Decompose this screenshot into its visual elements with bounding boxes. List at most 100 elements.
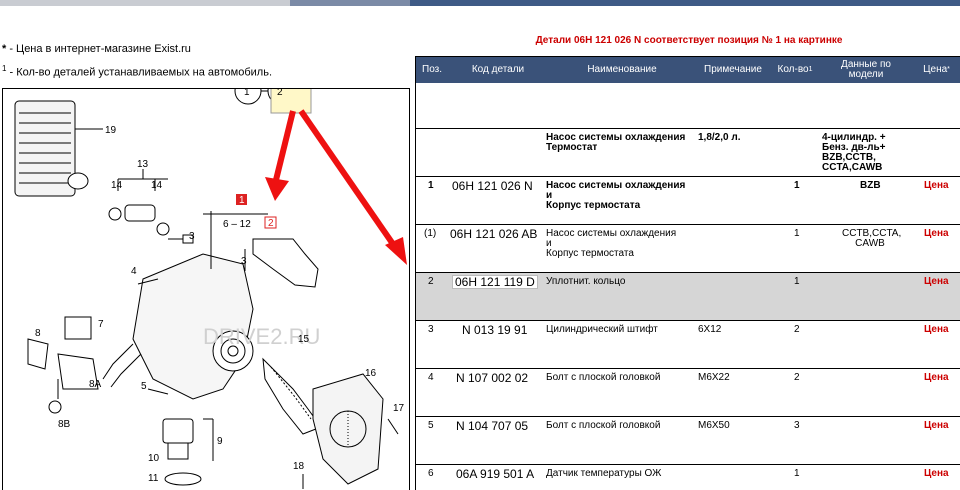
row-pos: 1 — [428, 180, 434, 191]
row-model: BZB — [860, 180, 881, 191]
row-name: Уплотнит. кольцо — [546, 276, 626, 287]
table-row[interactable]: (1) 06H 121 026 AB Насос системы охлажде… — [416, 225, 960, 273]
callout-label: 3 — [189, 231, 195, 242]
col-name[interactable]: Наименование — [548, 57, 696, 83]
callout-label: 16 — [365, 368, 377, 379]
row-qty: 1 — [794, 180, 800, 191]
callout-label: 18 — [293, 461, 305, 472]
parts-diagram: DRIVE2.RU 1 2 1 2 3 4 5 6 – 12 7 8 8A 8B… — [2, 88, 410, 490]
row-code[interactable]: N 104 707 05 — [456, 420, 528, 432]
row-code[interactable]: N 107 002 02 — [456, 372, 528, 384]
row-pos: (1) — [424, 228, 437, 239]
callout-label: 9 — [217, 436, 223, 447]
price-link[interactable]: Цена — [924, 229, 949, 239]
row-name: Датчик температуры ОЖ — [546, 468, 662, 479]
callout-label: 6 – 12 — [223, 219, 251, 230]
col-qty[interactable]: Кол-во 1 — [770, 57, 820, 83]
price-link[interactable]: Цена — [924, 325, 949, 335]
table-header: Поз. Код детали Наименование Примечание … — [416, 57, 960, 83]
row-qty: 1 — [794, 276, 800, 287]
callout-label: 11 — [148, 473, 159, 484]
table-row[interactable]: 4 N 107 002 02 Болт с плоской головкой M… — [416, 369, 960, 417]
row-name: Насос системы охлаждения и Корпус термос… — [546, 228, 677, 259]
col-price[interactable]: Цена * — [912, 57, 960, 83]
belt-part — [262, 357, 322, 435]
price-link[interactable]: Цена — [924, 421, 949, 431]
col-pos[interactable]: Поз. — [416, 57, 448, 83]
row-note: M6X50 — [698, 420, 730, 431]
table-row[interactable]: 1 06H 121 026 N Насос системы охлаждения… — [416, 177, 960, 225]
top-bar — [0, 0, 960, 6]
callout-label: 15 — [298, 334, 310, 345]
callout-label: 5 — [141, 381, 147, 392]
red-arrows — [265, 109, 407, 265]
callout-label: 8 — [35, 328, 41, 339]
row-pos: 4 — [428, 372, 434, 383]
row-qty: 2 — [794, 372, 800, 383]
table-row[interactable]: 6 06A 919 501 A Датчик температуры ОЖ 1 … — [416, 465, 960, 490]
top-bar-band — [410, 0, 960, 6]
position-header: Детали 06H 121 026 N соответствует позиц… — [535, 35, 843, 46]
row-name: Насос системы охлаждения и Корпус термос… — [546, 180, 686, 211]
group-note: 1,8/2,0 л. — [698, 132, 741, 143]
top-bar-accent — [290, 0, 410, 6]
row-code[interactable]: 06H 121 026 AB — [450, 228, 537, 240]
callout-label: 10 — [148, 453, 160, 464]
cover-part — [312, 373, 384, 485]
row-note: 6X12 — [698, 324, 722, 335]
row-code[interactable]: N 013 19 91 — [462, 324, 527, 336]
callout-label: 14 — [111, 180, 123, 191]
callout-label: 1 — [244, 89, 250, 98]
thermostat-part — [162, 418, 214, 486]
row-pos: 6 — [428, 468, 434, 479]
price-note: * - Цена в интернет-магазине Exist.ru — [2, 43, 191, 55]
row-code[interactable]: 06H 121 119 D — [452, 275, 538, 289]
row-qty: 1 — [794, 228, 800, 239]
row-name: Болт с плоской головкой — [546, 420, 661, 431]
clip-parts — [108, 169, 170, 236]
callout-label: 7 — [98, 319, 104, 330]
row-model: CCTB,CCTA, CAWB — [842, 228, 902, 249]
callout-label: 8B — [58, 419, 71, 430]
callout-label: 2 — [277, 89, 283, 98]
price-link[interactable]: Цена — [924, 181, 949, 191]
col-model[interactable]: Данные по модели — [820, 57, 912, 83]
qty-note: 1 - Кол-во деталей устанавливаемых на ав… — [2, 64, 272, 79]
callout-label: 8A — [89, 379, 102, 390]
callout-label: 3 — [241, 256, 247, 267]
row-qty: 1 — [794, 468, 800, 479]
row-pos: 3 — [428, 324, 434, 335]
parts-diagram-svg: DRIVE2.RU 1 2 1 2 3 4 5 6 – 12 7 8 8A 8B… — [14, 89, 407, 489]
row-name: Цилиндрический штифт — [546, 324, 658, 335]
callout-label: 2 — [268, 218, 274, 229]
callout-label: 17 — [393, 403, 405, 414]
table-row[interactable]: 5 N 104 707 05 Болт с плоской головкой M… — [416, 417, 960, 465]
price-link[interactable]: Цена — [924, 469, 949, 479]
group-name: Насос системы охлаждения Термостат — [546, 132, 686, 153]
row-code[interactable]: 06A 919 501 A — [456, 468, 534, 480]
row-note: M6X22 — [698, 372, 730, 383]
col-code[interactable]: Код детали — [448, 57, 548, 83]
col-note[interactable]: Примечание — [696, 57, 770, 83]
row-code[interactable]: 06H 121 026 N — [452, 180, 533, 192]
row-pos: 2 — [428, 276, 434, 287]
callout-label: 1 — [239, 195, 245, 206]
table-row[interactable]: 3 N 013 19 91 Цилиндрический штифт 6X12 … — [416, 321, 960, 369]
row-qty: 2 — [794, 324, 800, 335]
parts-table: Поз. Код детали Наименование Примечание … — [415, 56, 960, 490]
callout-label: 13 — [137, 159, 149, 170]
group-row: Насос системы охлаждения Термостат 1,8/2… — [416, 129, 960, 177]
seal-ring-part — [252, 238, 319, 288]
price-link[interactable]: Цена — [924, 373, 949, 383]
callout-label: 14 — [151, 180, 163, 191]
row-pos: 5 — [428, 420, 434, 431]
callout-label: 4 — [131, 266, 137, 277]
callout-label: 19 — [105, 125, 117, 136]
price-link[interactable]: Цена — [924, 277, 949, 287]
table-row-highlighted[interactable]: 2 06H 121 119 D Уплотнит. кольцо 1 Цена — [416, 273, 960, 321]
row-name: Болт с плоской головкой — [546, 372, 661, 383]
empty-row — [416, 83, 960, 129]
pump-housing-part — [102, 211, 268, 400]
oil-cooler-part — [14, 100, 103, 197]
group-model: 4-цилиндр. + Бенз. дв-ль+ BZB,CCTB, CCTA… — [822, 132, 886, 173]
